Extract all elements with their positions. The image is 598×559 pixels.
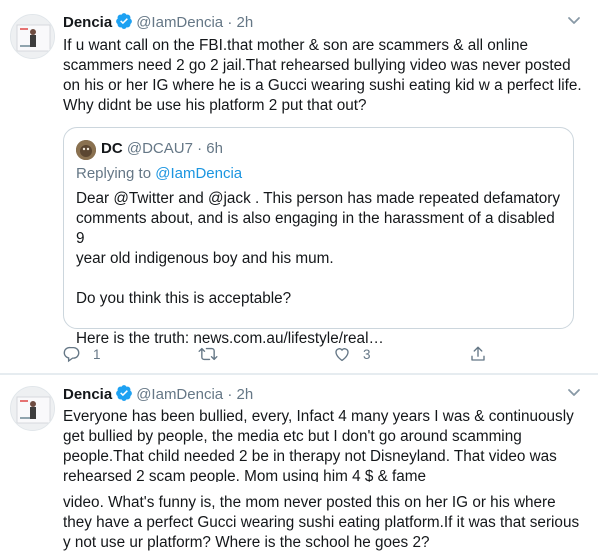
replying-to: Replying to @IamDencia xyxy=(76,164,242,184)
quote-author-handle: @DCAU7 xyxy=(126,140,193,157)
quoted-tweet[interactable]: DC @DCAU7 · 6h Replying to @IamDencia De… xyxy=(63,127,574,347)
tweet-actions: 1 3 xyxy=(63,343,503,365)
tweet-divider xyxy=(0,374,598,375)
verified-badge-icon xyxy=(115,384,133,408)
reply-count: 1 xyxy=(93,346,101,362)
timestamp[interactable]: 2h xyxy=(236,386,253,403)
author-name[interactable]: Dencia xyxy=(63,14,112,31)
verified-badge-icon xyxy=(115,12,133,36)
tweet-header: Dencia @IamDencia · 2h xyxy=(63,384,253,408)
chevron-down-icon[interactable] xyxy=(564,10,584,30)
quote-avatar xyxy=(76,140,96,160)
tweet-text: If u want call on the FBI.that mother & … xyxy=(63,37,582,114)
author-name[interactable]: Dencia xyxy=(63,386,112,403)
separator-dot: · xyxy=(227,14,233,31)
quote-timestamp: 6h xyxy=(206,140,223,157)
author-handle[interactable]: @IamDencia xyxy=(136,386,223,403)
retweet-icon xyxy=(198,345,218,363)
retweet-button[interactable] xyxy=(198,343,230,365)
replying-to-label: Replying to xyxy=(76,165,152,182)
tweet-text: Everyone has been bullied, every, Infact… xyxy=(63,408,574,485)
like-icon xyxy=(333,345,351,363)
timestamp[interactable]: 2h xyxy=(236,14,253,31)
tweet-text-continuation: video. What's funny is, the mom never po… xyxy=(63,494,580,551)
like-count: 3 xyxy=(363,346,371,362)
share-icon xyxy=(469,345,487,363)
avatar[interactable] xyxy=(10,14,55,59)
avatar[interactable] xyxy=(10,386,55,431)
separator-dot: · xyxy=(197,140,203,157)
quote-text: Dear @Twitter and @jack . This person ha… xyxy=(76,190,560,347)
screenshot-cut xyxy=(0,482,598,492)
quote-author-name: DC xyxy=(101,140,123,157)
chevron-down-icon[interactable] xyxy=(564,382,584,402)
like-button[interactable]: 3 xyxy=(333,343,371,365)
reply-icon xyxy=(63,345,81,363)
replying-to-mention[interactable]: @IamDencia xyxy=(155,165,242,182)
reply-button[interactable]: 1 xyxy=(63,343,101,365)
author-handle[interactable]: @IamDencia xyxy=(136,14,223,31)
share-button[interactable] xyxy=(469,343,487,365)
separator-dot: · xyxy=(227,386,233,403)
tweet-header: Dencia @IamDencia · 2h xyxy=(63,12,253,36)
quote-header: DC @DCAU7 · 6h xyxy=(101,139,223,159)
